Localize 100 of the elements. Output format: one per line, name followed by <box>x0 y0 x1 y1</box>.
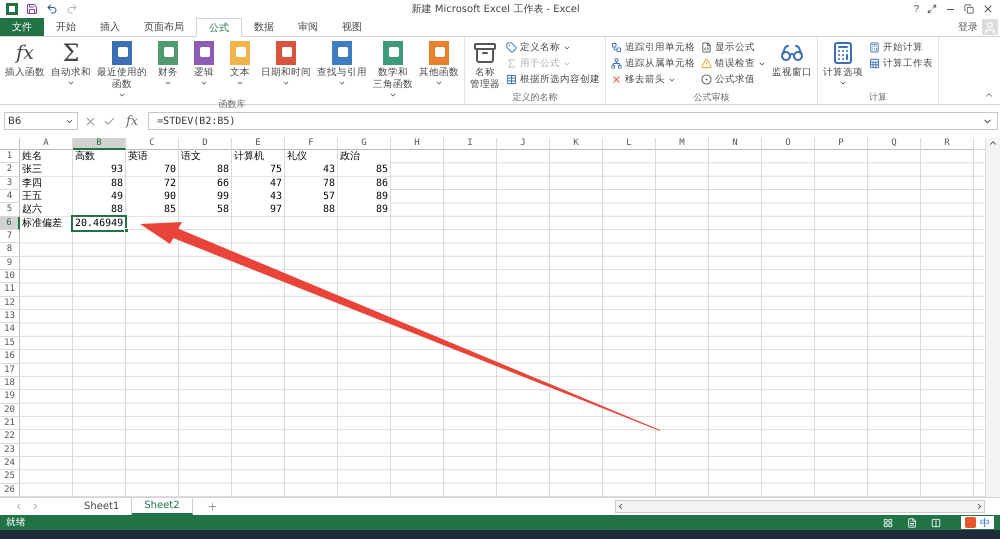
column-header[interactable]: B <box>73 138 126 150</box>
ribbon-small-button[interactable]: 开始计算 <box>867 40 935 55</box>
ribbon-tab[interactable]: 公式 <box>196 18 242 37</box>
table-cell: 85 <box>338 163 390 176</box>
column-header[interactable]: O <box>762 138 815 150</box>
restore-icon[interactable] <box>964 4 974 14</box>
ribbon-small-button[interactable]: 根据所选内容创建 <box>504 72 602 87</box>
scroll-right-icon[interactable] <box>975 502 984 511</box>
row-header[interactable]: 22 <box>0 430 20 444</box>
row-header[interactable]: 19 <box>0 390 20 404</box>
ribbon-button[interactable]: Σ 自动求和 <box>49 39 93 99</box>
column-header[interactable]: C <box>126 138 179 150</box>
name-box-value: B6 <box>8 116 22 126</box>
ribbon-small-button[interactable]: 移去箭头 <box>609 72 697 87</box>
column-header[interactable]: J <box>497 138 550 150</box>
row-header[interactable]: 17 <box>0 364 20 377</box>
column-header[interactable]: D <box>179 138 232 150</box>
page-layout-icon[interactable] <box>907 518 917 528</box>
column-header[interactable]: P <box>815 138 868 150</box>
name-box[interactable]: B6 <box>4 112 78 130</box>
row-header[interactable]: 23 <box>0 444 20 457</box>
table-cell: 政治 <box>338 150 390 163</box>
column-header[interactable]: M <box>656 138 709 150</box>
undo-icon[interactable] <box>46 3 58 15</box>
row-header[interactable]: 16 <box>0 350 20 364</box>
login-link[interactable]: 登录 <box>958 20 978 34</box>
ribbon-button[interactable]: 名称 管理器 <box>468 39 502 92</box>
ribbon-button[interactable]: 数学和 三角函数 <box>371 39 415 99</box>
ribbon-small-button[interactable]: 定义名称 <box>504 40 602 55</box>
row-header[interactable]: 3 <box>0 176 20 190</box>
column-header[interactable]: E <box>232 138 285 150</box>
fill-handle[interactable] <box>124 228 129 234</box>
column-header[interactable]: G <box>338 138 391 150</box>
ribbon-tab[interactable]: 文件 <box>0 18 44 36</box>
formula-field[interactable]: =STDEV(B2:B5) <box>148 112 998 130</box>
row-header[interactable]: 24 <box>0 456 20 470</box>
row-header[interactable]: 20 <box>0 404 20 417</box>
column-header[interactable]: L <box>603 138 656 150</box>
row-header[interactable]: 6 <box>0 216 20 230</box>
row-header[interactable]: 25 <box>0 470 20 484</box>
row-header[interactable]: 26 <box>0 484 20 497</box>
row-header[interactable]: 18 <box>0 376 20 390</box>
ime-toolbar[interactable]: 中 <box>961 516 994 529</box>
ribbon-button[interactable]: 文本 <box>223 39 257 99</box>
close-icon[interactable] <box>982 3 994 15</box>
ribbon-button[interactable]: 其他函数 <box>417 39 461 99</box>
row-header[interactable]: 5 <box>0 203 20 217</box>
row-header[interactable]: 2 <box>0 163 20 177</box>
row-header[interactable]: 8 <box>0 243 20 257</box>
ribbon-small-button[interactable]: 显示公式 <box>699 40 768 55</box>
row-header[interactable]: 4 <box>0 190 20 204</box>
column-header[interactable]: I <box>444 138 497 150</box>
row-header[interactable]: 7 <box>0 230 20 244</box>
ribbon-button[interactable]: 财务 <box>151 39 185 99</box>
row-header[interactable]: 10 <box>0 270 20 284</box>
row-header[interactable]: 14 <box>0 323 20 337</box>
add-sheet-icon[interactable] <box>206 501 218 512</box>
row-header[interactable]: 1 <box>0 150 20 164</box>
ribbon-small-button[interactable]: 计算工作表 <box>867 56 935 71</box>
column-header[interactable]: R <box>921 138 974 150</box>
ime-mode[interactable]: 中 <box>980 516 990 530</box>
row-header[interactable]: 13 <box>0 310 20 324</box>
ribbon-button[interactable]: 查找与引用 <box>315 39 369 99</box>
vertical-scrollbar[interactable] <box>985 138 1000 497</box>
column-header[interactable]: N <box>709 138 762 150</box>
ribbon-small-button[interactable]: 错误检查 <box>699 56 768 71</box>
help-button[interactable]: ? <box>913 4 919 14</box>
row-header[interactable]: 15 <box>0 336 20 350</box>
ribbon-button[interactable]: 最近使用的 函数 <box>95 39 149 99</box>
ribbon-display-icon[interactable] <box>927 4 937 14</box>
enter-icon[interactable] <box>103 114 116 128</box>
scroll-left-icon[interactable] <box>616 502 625 511</box>
ribbon-button[interactable]: 监视窗口 <box>770 39 814 92</box>
cancel-icon[interactable] <box>84 114 97 128</box>
ribbon-button[interactable]: fx 插入函数 <box>3 39 47 99</box>
ribbon-button[interactable]: 日期和时间 <box>259 39 313 99</box>
ribbon-small-button[interactable]: 追踪从属单元格 <box>609 56 697 71</box>
next-sheet-icon[interactable] <box>31 502 40 511</box>
row-header[interactable]: 12 <box>0 296 20 310</box>
horizontal-scrollbar[interactable] <box>615 500 985 513</box>
previous-sheet-icon[interactable] <box>14 502 23 511</box>
table-cell: 李四 <box>20 176 72 190</box>
ribbon-button[interactable]: 逻辑 <box>187 39 221 99</box>
row-header[interactable]: 9 <box>0 256 20 270</box>
ribbon-small-button[interactable]: 追踪引用单元格 <box>609 40 697 55</box>
save-icon[interactable] <box>26 3 38 15</box>
normal-view-icon[interactable] <box>883 518 893 528</box>
column-header[interactable]: A <box>20 138 73 150</box>
column-header[interactable]: K <box>550 138 603 150</box>
column-header[interactable]: H <box>391 138 444 150</box>
insert-function-button[interactable]: fx <box>122 114 142 128</box>
ribbon-small-button[interactable]: 公式求值 <box>699 72 768 87</box>
column-header[interactable]: F <box>285 138 338 150</box>
sheet-tab[interactable]: Sheet2 <box>132 498 193 515</box>
ribbon-button[interactable]: 计算选项 <box>821 39 865 92</box>
table-cell: 88 <box>73 203 125 216</box>
row-header[interactable]: 11 <box>0 283 20 297</box>
page-break-icon[interactable] <box>931 518 941 528</box>
row-header[interactable]: 21 <box>0 416 20 430</box>
column-header[interactable]: Q <box>868 138 921 150</box>
